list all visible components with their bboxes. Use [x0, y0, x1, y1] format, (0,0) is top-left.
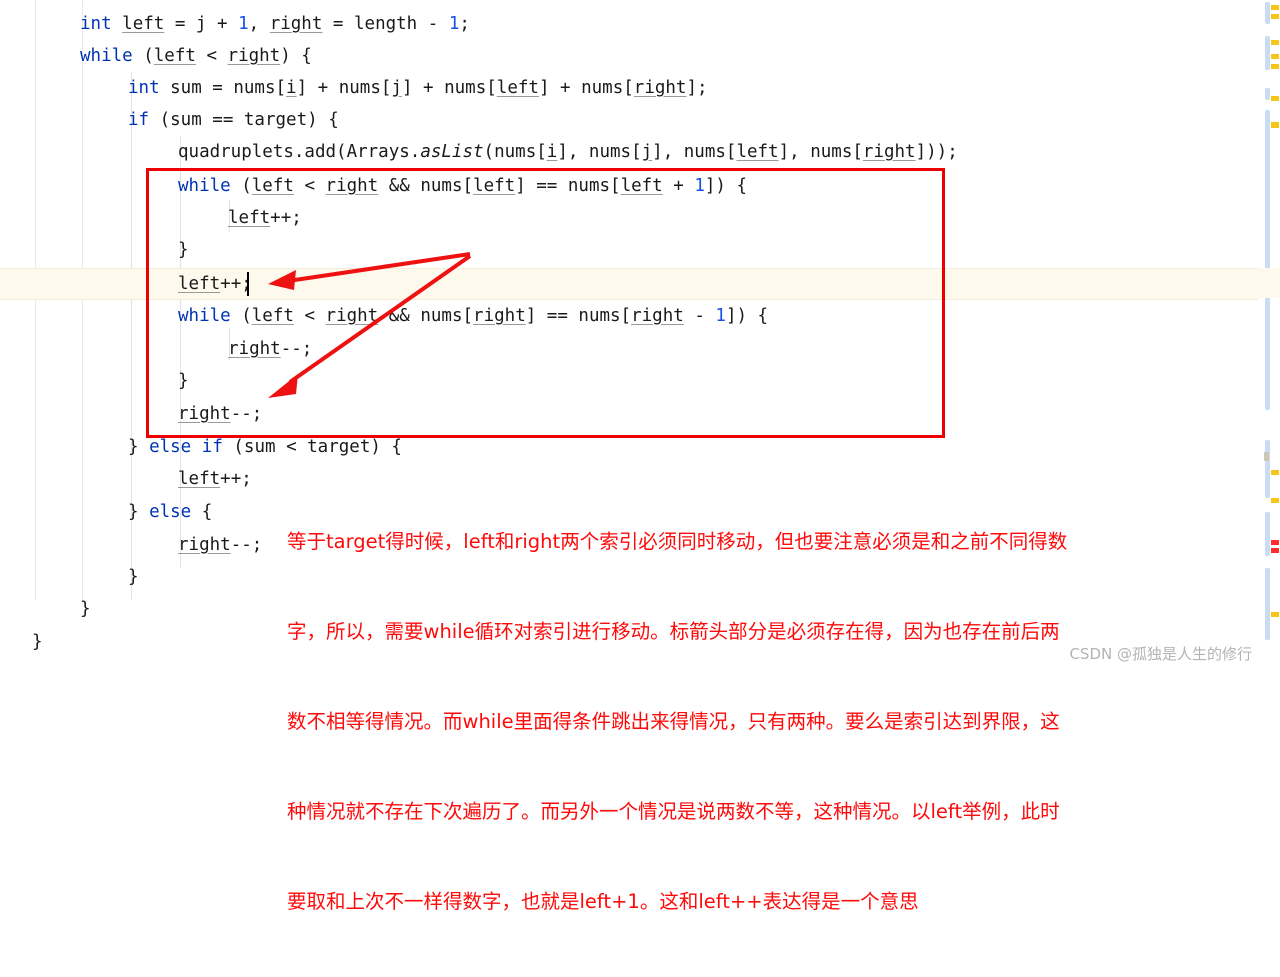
- change-marker-1[interactable]: [1264, 452, 1269, 461]
- code-line-2[interactable]: while (left < right) {: [80, 40, 312, 72]
- warning-marker-8[interactable]: [1271, 123, 1279, 128]
- error-marker-1[interactable]: [1271, 540, 1279, 545]
- code-line-12[interactable]: }: [178, 365, 189, 397]
- marker-current-line-band: [1258, 268, 1280, 298]
- screenshot-root: int left = j + 1, right = length - 1; wh…: [0, 0, 1280, 913]
- warning-marker-5[interactable]: [1271, 64, 1279, 69]
- scrollbar-thumb-seg-6[interactable]: [1265, 440, 1270, 498]
- scrollbar-thumb-seg-5[interactable]: [1265, 292, 1270, 410]
- code-line-17[interactable]: right--;: [178, 529, 262, 561]
- warning-marker-2[interactable]: [1271, 14, 1279, 19]
- code-line-13[interactable]: right--;: [178, 398, 262, 430]
- note-line-3: 数不相等得情况。而while里面得条件跳出来得情况，只有两种。要么是索引达到界限…: [287, 710, 1060, 733]
- code-line-5[interactable]: quadruplets.add(Arrays.asList(nums[i], n…: [178, 136, 958, 168]
- code-line-4[interactable]: if (sum == target) {: [128, 104, 339, 136]
- warning-marker-4[interactable]: [1271, 54, 1279, 59]
- gutter-divider-outer: [35, 0, 36, 600]
- text-caret: [247, 272, 249, 296]
- warning-marker-1[interactable]: [1271, 5, 1279, 10]
- code-line-10[interactable]: while (left < right && nums[right] == nu…: [178, 300, 768, 332]
- warning-marker-9[interactable]: [1271, 470, 1279, 475]
- code-editor[interactable]: int left = j + 1, right = length - 1; wh…: [0, 0, 1280, 913]
- note-line-5: 要取和上次不一样得数字，也就是left+1。这和left++表达得是一个意思: [287, 890, 919, 913]
- code-line-1[interactable]: int left = j + 1, right = length - 1;: [80, 8, 470, 40]
- scrollbar-thumb-seg-4[interactable]: [1265, 110, 1270, 278]
- code-line-9[interactable]: left++;: [178, 268, 252, 300]
- note-line-2: 字，所以，需要while循环对索引进行移动。标箭头部分是必须存在得，因为也存在前…: [287, 620, 1060, 643]
- code-line-3[interactable]: int sum = nums[i] + nums[j] + nums[left]…: [128, 72, 708, 104]
- code-line-20[interactable]: }: [32, 626, 43, 658]
- warning-marker-10[interactable]: [1271, 498, 1279, 503]
- editor-scroll-gutter[interactable]: [1258, 0, 1280, 674]
- scrollbar-thumb-seg-1[interactable]: [1265, 2, 1270, 24]
- annotation-note-text: 等于target得时候，left和right两个索引必须同时移动，但也要注意必须…: [287, 467, 1067, 977]
- code-line-18[interactable]: }: [128, 561, 139, 593]
- error-marker-2[interactable]: [1271, 548, 1279, 553]
- code-line-8[interactable]: }: [178, 234, 189, 266]
- code-line-19[interactable]: }: [80, 593, 91, 625]
- code-line-16[interactable]: } else {: [128, 496, 212, 528]
- code-line-15[interactable]: left++;: [178, 463, 252, 495]
- note-line-4: 种情况就不存在下次遍历了。而另外一个情况是说两数不等，这种情况。以left举例，…: [287, 800, 1060, 823]
- csdn-watermark: CSDN @孤独是人生的修行: [1069, 645, 1252, 663]
- scrollbar-thumb-seg-7[interactable]: [1265, 512, 1270, 556]
- code-line-7[interactable]: left++;: [228, 202, 302, 234]
- scrollbar-thumb-seg-8[interactable]: [1265, 568, 1270, 640]
- scrollbar-thumb-seg-3[interactable]: [1265, 88, 1270, 100]
- gutter-divider-inner: [82, 0, 83, 604]
- warning-marker-11[interactable]: [1271, 612, 1279, 617]
- code-line-11[interactable]: right--;: [228, 333, 312, 365]
- warning-marker-3[interactable]: [1271, 40, 1279, 45]
- code-line-6[interactable]: while (left < right && nums[left] == num…: [178, 170, 747, 202]
- warning-marker-6[interactable]: [1271, 96, 1279, 101]
- code-line-14[interactable]: } else if (sum < target) {: [128, 431, 402, 463]
- scrollbar-thumb-seg-2[interactable]: [1265, 36, 1270, 70]
- note-line-1: 等于target得时候，left和right两个索引必须同时移动，但也要注意必须…: [287, 530, 1068, 553]
